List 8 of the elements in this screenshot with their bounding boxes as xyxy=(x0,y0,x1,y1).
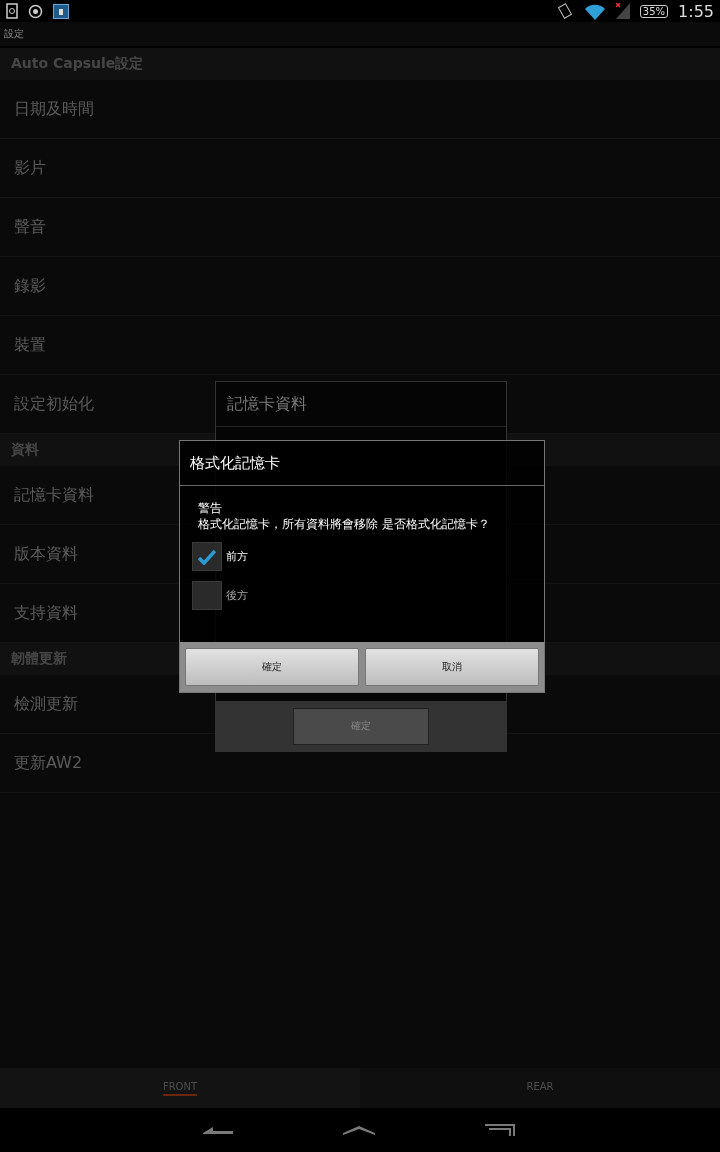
clock: 1:55 xyxy=(678,1,714,21)
app-title: 設定 xyxy=(4,27,24,41)
option-label: 後方 xyxy=(226,588,248,603)
option-label: 前方 xyxy=(226,549,248,564)
battery-level: 35% xyxy=(639,4,669,18)
warning-title: 警告 xyxy=(197,500,222,516)
dialog-title: 記憶卡資料 xyxy=(227,393,307,415)
warning-message: 格式化記憶卡，所有資料將會移除 是否格式化記憶卡？ xyxy=(197,516,490,532)
